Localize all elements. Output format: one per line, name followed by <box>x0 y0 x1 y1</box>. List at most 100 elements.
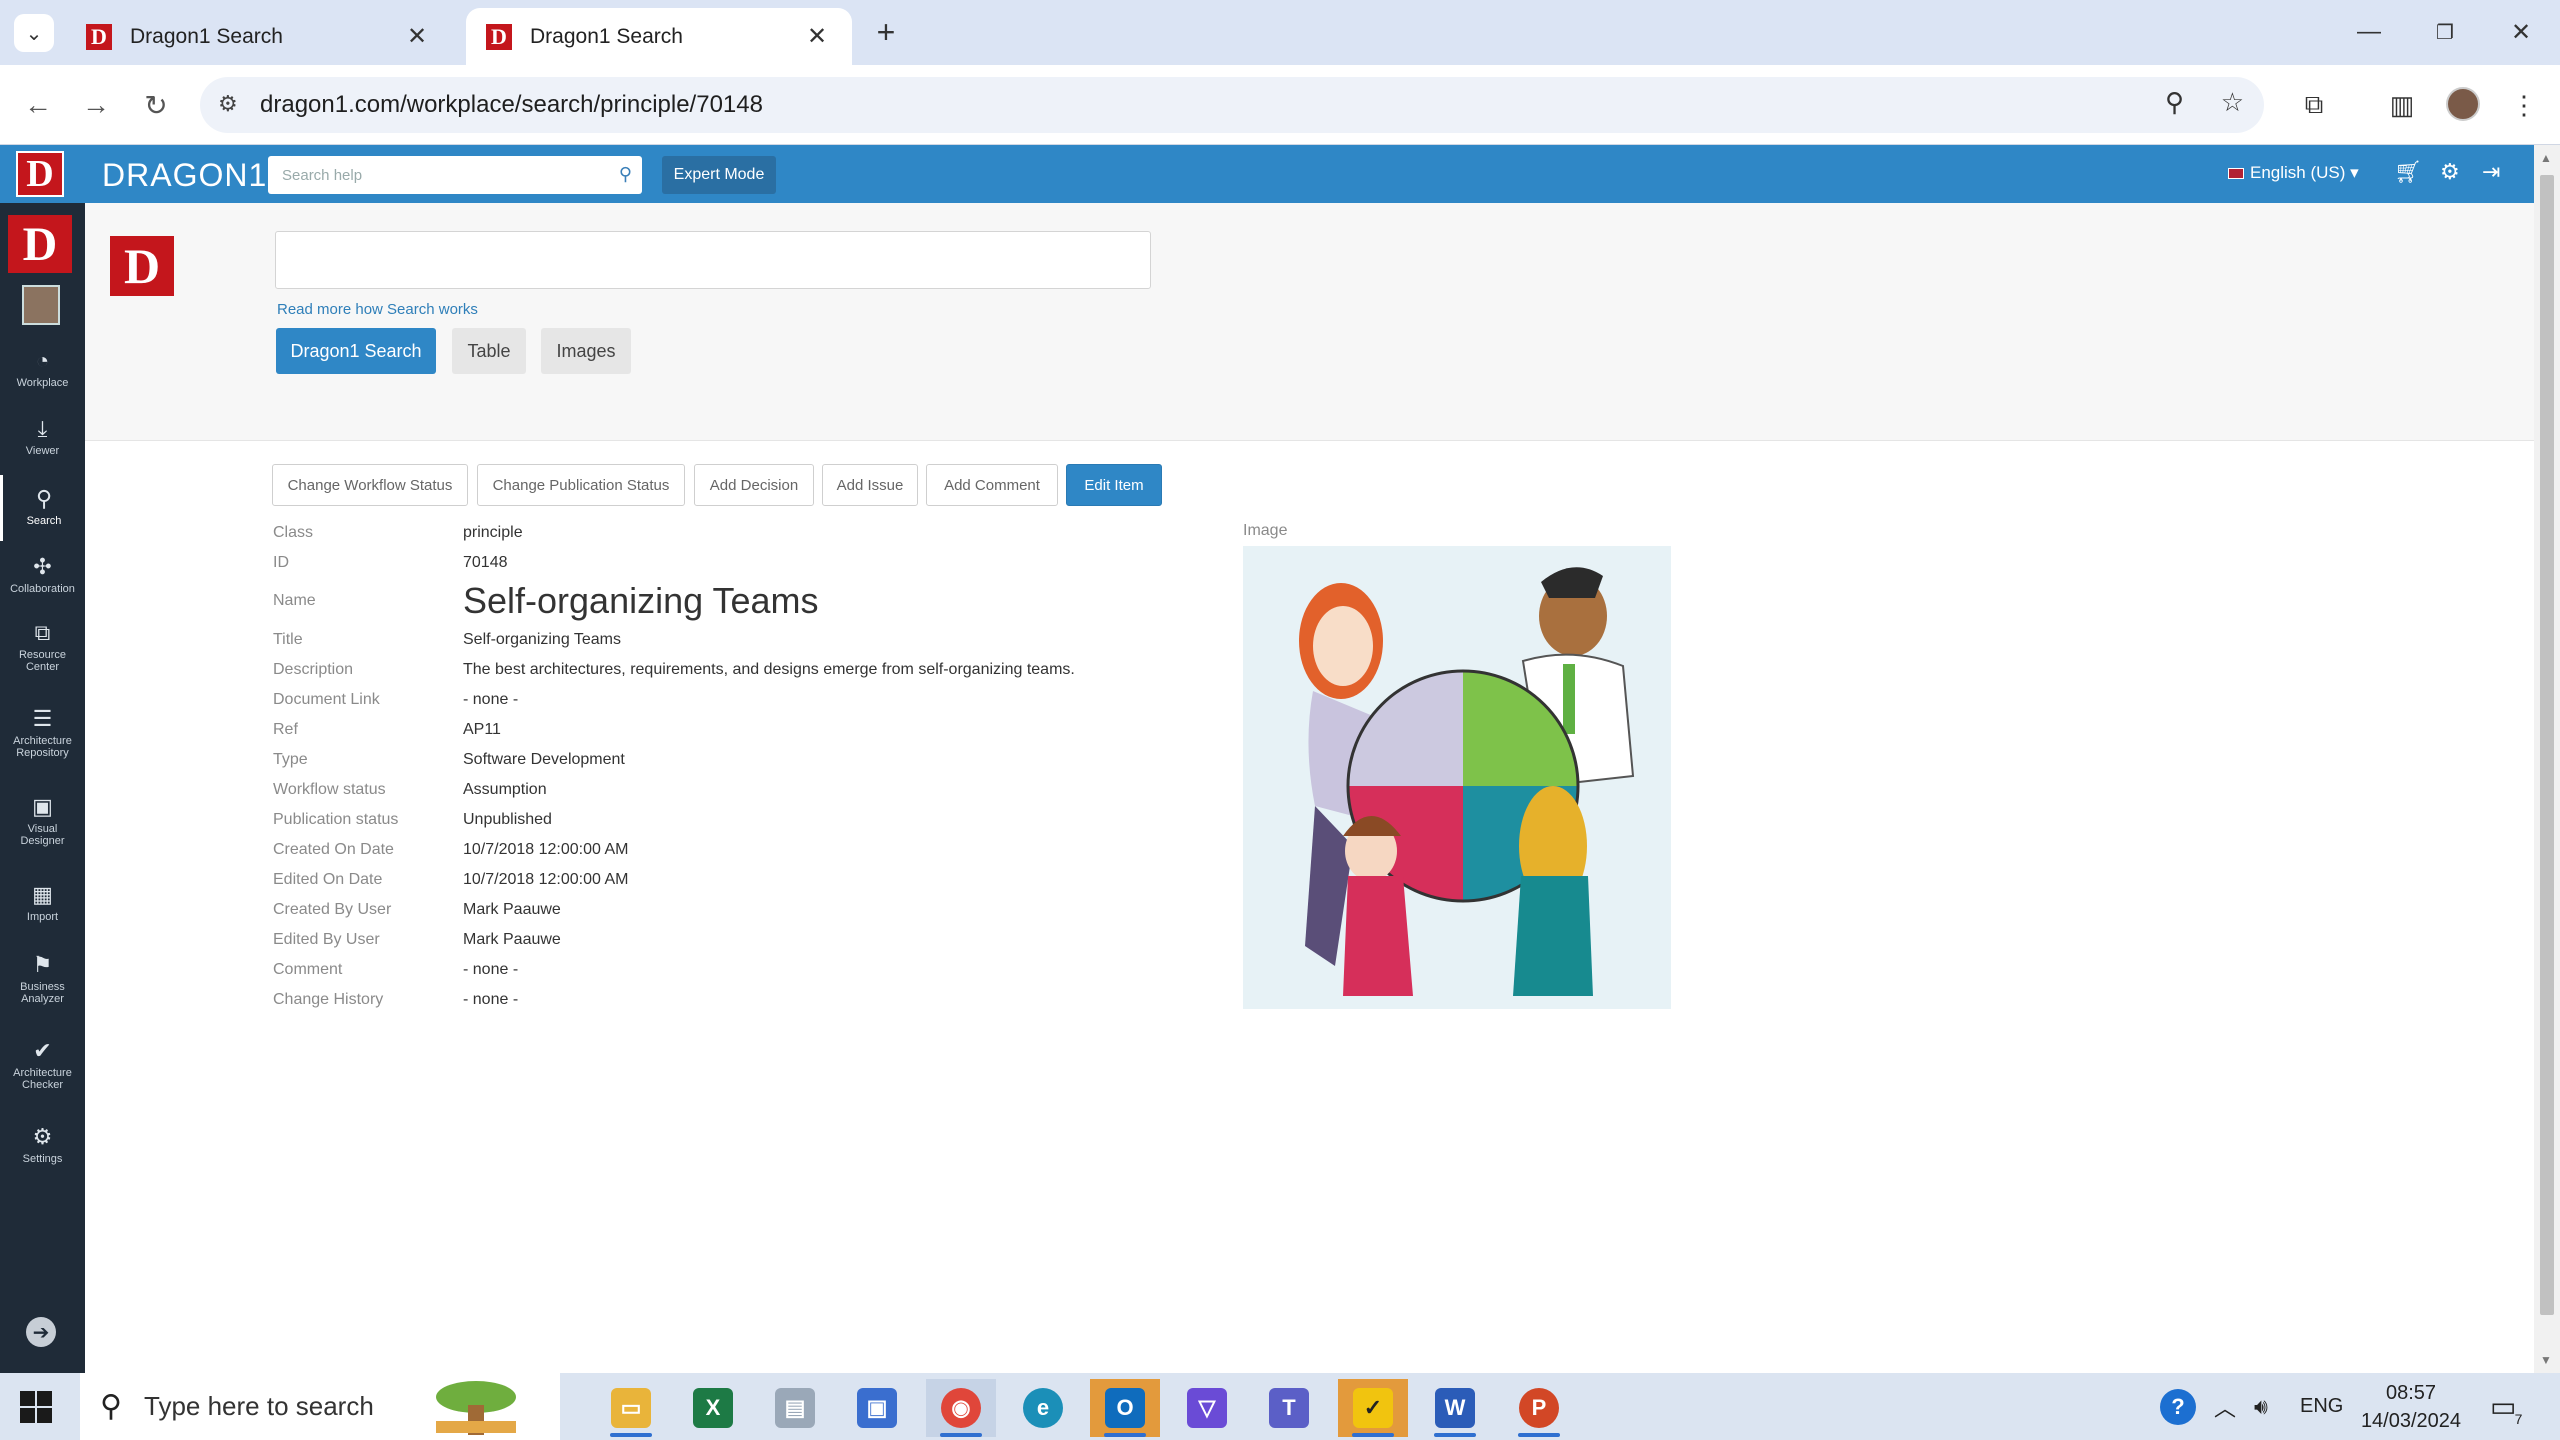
taskbar-search-placeholder: Type here to search <box>144 1391 374 1421</box>
table-icon: ▦ <box>32 882 53 907</box>
detail-value-edited-on: 10/7/2018 12:00:00 AM <box>463 871 629 888</box>
input-language[interactable]: ENG <box>2300 1373 2343 1440</box>
edit-item-button[interactable]: Edit Item <box>1066 464 1162 506</box>
sidebar-item-architecture-repository[interactable]: ☰ Architecture Repository <box>0 706 85 760</box>
copy-icon: ⧉ <box>34 620 51 645</box>
sidebar-item-collaboration[interactable]: ✣ Collaboration <box>0 555 85 596</box>
taskbar-search-box[interactable]: ⚲ Type here to search <box>80 1373 560 1440</box>
vpn-taskbar-button[interactable]: ▽ <box>1172 1379 1242 1437</box>
sidebar-item-search[interactable]: ⚲ Search <box>0 475 85 541</box>
teams-taskbar-button[interactable]: T <box>1254 1379 1324 1437</box>
read-more-link[interactable]: Read more how Search works <box>277 301 478 318</box>
show-hidden-icons-icon[interactable]: ︿ <box>2214 1373 2236 1440</box>
tab-search-dropdown[interactable]: ⌄ <box>14 14 54 52</box>
team-puzzle-illustration <box>1299 567 1635 996</box>
images-mode-button[interactable]: Images <box>541 328 631 374</box>
zoom-icon[interactable]: ⚲ <box>2165 87 2184 118</box>
word-taskbar-button[interactable]: W <box>1420 1379 1490 1437</box>
brand-name[interactable]: DRAGON1 <box>102 157 267 194</box>
powerpoint-taskbar-button[interactable]: P <box>1504 1379 1574 1437</box>
site-settings-icon[interactable]: ⚙ <box>218 91 238 117</box>
scroll-down-icon[interactable]: ▼ <box>2540 1353 2552 1367</box>
profile-avatar[interactable] <box>2446 87 2480 121</box>
sidebar-item-viewer[interactable]: ⤓ Viewer <box>0 417 85 458</box>
add-issue-button[interactable]: Add Issue <box>822 464 918 506</box>
principle-illustration[interactable] <box>1243 546 1671 1009</box>
file-explorer-taskbar-button[interactable]: ▭ <box>596 1379 666 1437</box>
bookmark-star-icon[interactable]: ☆ <box>2221 87 2244 118</box>
browser-menu-icon[interactable]: ⋮ <box>2502 83 2546 127</box>
sidebar-item-settings[interactable]: ⚙ Settings <box>0 1125 85 1166</box>
dragon1-search-button[interactable]: Dragon1 Search <box>276 328 436 374</box>
side-panel-icon[interactable]: ▥ <box>2380 83 2424 127</box>
language-selector[interactable]: English (US) ▾ <box>2228 163 2359 183</box>
table-mode-button[interactable]: Table <box>452 328 526 374</box>
remote-desktop-taskbar-button[interactable]: ▣ <box>842 1379 912 1437</box>
browser-tab-2[interactable]: D Dragon1 Search ✕ <box>466 8 852 65</box>
sidebar-item-import[interactable]: ▦ Import <box>0 882 85 924</box>
chrome-taskbar-button[interactable]: ◉ <box>926 1379 996 1437</box>
url-text: dragon1.com/workplace/search/principle/7… <box>260 91 763 118</box>
expert-mode-button[interactable]: Expert Mode <box>662 156 776 194</box>
left-sidebar: D ◔ Workplace ⤓ Viewer ⚲ Search ✣ Collab… <box>0 203 85 1373</box>
app-taskbar-button[interactable]: ▤ <box>760 1379 830 1437</box>
browser-tab-1[interactable]: D Dragon1 Search ✕ <box>66 8 452 65</box>
minimize-button[interactable]: — <box>2344 12 2394 52</box>
restore-button[interactable]: ❐ <box>2420 12 2470 52</box>
volume-icon[interactable]: 🔊︎ <box>2254 1373 2268 1440</box>
taskbar-clock[interactable]: 08:57 14/03/2024 <box>2356 1379 2466 1435</box>
settings-cogs-icon[interactable]: ⚙ <box>2440 159 2460 185</box>
new-tab-button[interactable]: + <box>866 12 906 52</box>
edge-taskbar-button[interactable]: e <box>1008 1379 1078 1437</box>
user-avatar[interactable] <box>22 285 60 325</box>
chrome-icon: ◉ <box>941 1388 981 1428</box>
main-search-input[interactable] <box>275 231 1151 289</box>
sidebar-item-architecture-checker[interactable]: ✔ Architecture Checker <box>0 1039 85 1092</box>
detail-label: Edited On Date <box>273 871 383 888</box>
detail-value-id: 70148 <box>463 554 508 571</box>
sidebar-item-label: Search <box>26 515 62 527</box>
search-icon[interactable]: ⚲ <box>619 164 632 185</box>
sidebar-item-resource-center[interactable]: ⧉ Resource Center <box>0 620 85 674</box>
sidebar-item-label: Architecture Checker <box>13 1067 72 1091</box>
sidebar-item-business-analyzer[interactable]: ⚑ Business Analyzer <box>0 953 85 1006</box>
notification-center-icon[interactable]: ▭ 7 <box>2490 1373 2522 1440</box>
cart-icon[interactable]: 🛒︎ <box>2394 159 2422 185</box>
tab-title: Dragon1 Search <box>530 24 683 48</box>
add-decision-button[interactable]: Add Decision <box>694 464 814 506</box>
windows-start-button[interactable] <box>20 1391 52 1423</box>
sidebar-logo[interactable]: D <box>8 215 72 273</box>
address-bar[interactable]: ⚙ dragon1.com/workplace/search/principle… <box>200 77 2264 133</box>
sidebar-item-workplace[interactable]: ◔ Workplace <box>0 348 85 390</box>
scroll-up-icon[interactable]: ▲ <box>2540 151 2552 165</box>
detail-value-workflow-status: Assumption <box>463 781 547 798</box>
sidebar-item-label: Business Analyzer <box>20 981 65 1005</box>
change-workflow-status-button[interactable]: Change Workflow Status <box>272 464 468 506</box>
outlook-taskbar-button[interactable]: O <box>1090 1379 1160 1437</box>
detail-label: ID <box>273 554 289 571</box>
close-icon[interactable]: ✕ <box>402 22 432 51</box>
forward-button[interactable]: → <box>74 83 118 127</box>
dragon1-logo[interactable]: D <box>16 151 64 197</box>
back-button[interactable]: ← <box>16 83 60 127</box>
logout-icon[interactable]: ⇥ <box>2482 159 2500 185</box>
excel-taskbar-button[interactable]: X <box>678 1379 748 1437</box>
close-icon[interactable]: ✕ <box>802 22 832 51</box>
search-icon: ⚲ <box>100 1390 122 1423</box>
database-icon: ☰ <box>32 706 53 731</box>
sidebar-toggle-icon[interactable]: ➔ <box>26 1317 56 1347</box>
window-close-button[interactable]: ✕ <box>2496 12 2546 52</box>
tasks-taskbar-button[interactable]: ✓ <box>1338 1379 1408 1437</box>
add-comment-button[interactable]: Add Comment <box>926 464 1058 506</box>
help-search-input[interactable]: Search help ⚲ <box>268 156 642 194</box>
dashboard-icon: ◔ <box>35 348 50 373</box>
monitor-icon: ▣ <box>857 1388 897 1428</box>
change-publication-status-button[interactable]: Change Publication Status <box>477 464 685 506</box>
sidebar-item-visual-designer[interactable]: ▣ Visual Designer <box>0 795 85 848</box>
extensions-icon[interactable]: ⧉ <box>2292 83 2336 127</box>
scrollbar-thumb[interactable] <box>2540 175 2554 1315</box>
browser-toolbar: ← → ↻ ⚙ dragon1.com/workplace/search/pri… <box>0 65 2560 145</box>
reload-button[interactable]: ↻ <box>134 83 178 127</box>
help-tray-icon[interactable]: ? <box>2160 1373 2196 1440</box>
page-scrollbar[interactable]: ▲ ▼ <box>2534 145 2560 1373</box>
